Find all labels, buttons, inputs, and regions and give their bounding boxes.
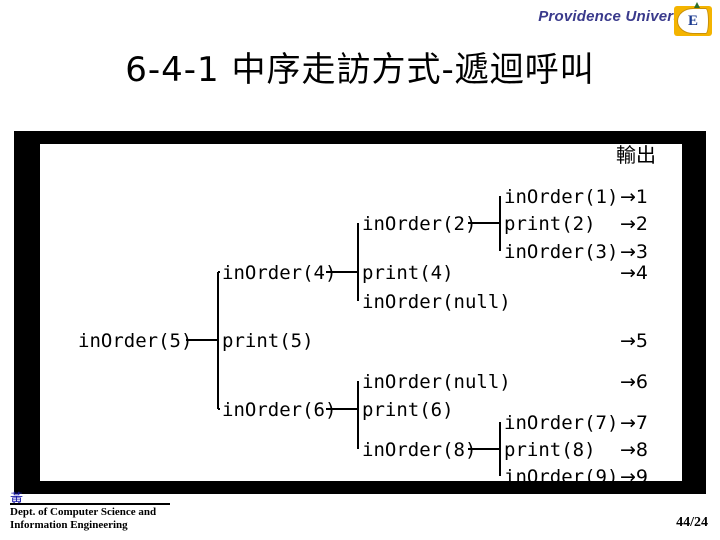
- diagram-node-n_pr2: print(2): [504, 213, 596, 235]
- diagram-output-6: →6: [620, 371, 648, 393]
- diagram-canvas: inOrder(5) print(5) inOrder(4) inOrder(2) pr…: [40, 144, 682, 481]
- page-number: 44/24: [676, 515, 708, 530]
- diagram-node-n_in8: inOrder(8): [362, 439, 476, 461]
- diagram-node-labels: inOrder(5) print(5) inOrder(4) inOrder(2) pr…: [78, 186, 618, 481]
- diagram-node-n_in4: inOrder(4): [222, 262, 336, 284]
- footer-divider: [10, 503, 170, 505]
- footer-department-line1: Dept. of Computer Science and: [10, 506, 157, 518]
- diagram-node-n_in7: inOrder(7): [504, 412, 618, 434]
- diagram-node-n_in1: inOrder(1): [504, 186, 618, 208]
- diagram-node-n_pr8: print(8): [504, 439, 596, 461]
- diagram-node-n_in_null2: inOrder(null): [362, 371, 511, 393]
- diagram-node-n_pr6: print(6): [362, 399, 454, 421]
- diagram-output-4: →4: [620, 262, 648, 284]
- diagram-output-labels: →1 →2 →3→4 →5 →6 →7 →8 →9: [620, 186, 648, 481]
- diagram-node-n_in9: inOrder(9): [504, 466, 618, 481]
- diagram-output-2: →2: [620, 213, 648, 235]
- diagram-output-7: →7: [620, 412, 648, 434]
- diagram-node-n_pr4: print(4): [362, 262, 454, 284]
- diagram-output-9: →9: [620, 466, 648, 481]
- diagram-node-n_in5: inOrder(5): [78, 330, 192, 352]
- footer-department-line2: Information Engineering: [10, 519, 128, 531]
- output-column-title: 輸出: [616, 144, 656, 167]
- recursion-trace-diagram: inOrder(5) print(5) inOrder(4) inOrder(2) pr…: [78, 144, 656, 481]
- university-logo: E: [674, 6, 712, 36]
- diagram-output-3: →3: [620, 241, 648, 263]
- footer-department: Dept. of Computer Science and Informatio…: [10, 506, 250, 532]
- diagram-output-1: →1: [620, 186, 648, 208]
- diagram-image-frame: inOrder(5) print(5) inOrder(4) inOrder(2) pr…: [14, 131, 706, 494]
- logo-leaf-icon: [694, 2, 700, 8]
- diagram-output-8: →8: [620, 439, 648, 461]
- diagram-node-n_pr5: print(5): [222, 330, 314, 352]
- page-title: 6-4-1 中序走訪方式-遞迴呼叫: [125, 50, 595, 90]
- diagram-node-n_in3: inOrder(3): [504, 241, 618, 263]
- diagram-output-5: →5: [620, 330, 648, 352]
- diagram-node-n_in2: inOrder(2): [362, 213, 476, 235]
- diagram-node-n_in_null1: inOrder(null): [362, 291, 511, 313]
- diagram-node-n_in6: inOrder(6): [222, 399, 336, 421]
- header-university-name: Providence University: [538, 8, 700, 25]
- logo-letter: E: [677, 8, 709, 34]
